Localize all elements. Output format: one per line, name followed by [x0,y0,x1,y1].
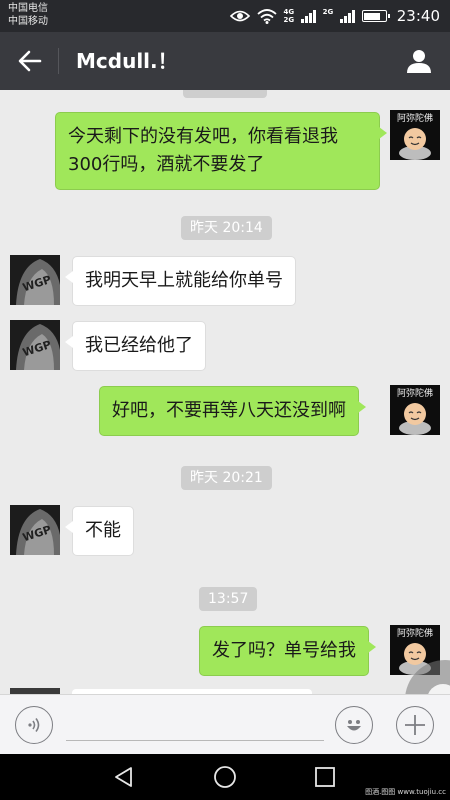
system-nav-bar: 图酒.图图 www.tuojiu.cc [0,754,450,800]
message-list[interactable]: 今天剩下的没有发吧，你看看退我300行吗，酒就不要发了 阿弥陀佛 昨天 20:1… [0,90,450,694]
contact-avatar-image: WGP [10,320,60,370]
battery-icon [361,10,390,22]
more-button[interactable] [396,706,434,744]
message-text: 发了吗？单号给我 [212,640,356,661]
message-text: 我明天早上就能给你单号 [85,270,283,291]
wifi-icon [256,8,277,24]
received-message[interactable]: 我明天早上就能给你单号 [65,256,296,306]
monk-avatar-image: 阿弥陀佛 [390,385,440,435]
carrier-1: 中国电信 [8,3,48,14]
message-input[interactable] [66,707,324,741]
chat-title: Mcdull.！ [76,49,178,73]
self-avatar[interactable]: 阿弥陀佛 [390,110,440,160]
status-bar: 中国电信 中国移动 4G 2G 2G 23:40 [0,0,450,32]
watermark: 图酒.图图 www.tuojiu.cc [365,788,446,796]
voice-icon [28,718,40,732]
battery-level [364,12,381,20]
back-button[interactable] [14,46,46,76]
signal-2-icon [340,9,355,23]
emoji-button[interactable] [335,706,373,744]
self-avatar[interactable]: 阿弥陀佛 [390,385,440,435]
status-time: 23:40 [396,7,440,25]
contact-avatar[interactable]: WGP [10,320,60,370]
triangle-back-icon [115,767,132,787]
received-message[interactable]: 不能 [65,506,134,556]
network-type-2: 2G [322,8,334,16]
message-text: 不能 [85,520,121,541]
nav-home-button[interactable] [212,764,238,790]
svg-text:阿弥陀佛: 阿弥陀佛 [397,112,433,124]
contact-avatar[interactable]: WGP [10,255,60,305]
contact-avatar-image: WGP [10,255,60,305]
floating-ball-dot [427,684,450,694]
time-divider: 昨天 20:21 [181,466,272,490]
input-bar [0,694,450,754]
nav-back-button[interactable] [111,764,137,790]
carrier-2: 中国移动 [8,16,48,27]
chat-header: Mcdull.！ [0,32,450,90]
monk-avatar-image: 阿弥陀佛 [390,110,440,160]
signal-1-icon [301,9,316,23]
sent-message[interactable]: 好吧，不要再等八天还没到啊 [99,386,366,436]
square-recent-icon [315,767,335,787]
arrow-left-icon [18,50,42,72]
message-text: 好吧，不要再等八天还没到啊 [112,400,346,421]
sent-message[interactable]: 发了吗？单号给我 [199,626,376,676]
time-divider: 13:57 [199,587,258,611]
carrier-labels: 中国电信 中国移动 [8,2,48,28]
svg-text:阿弥陀佛: 阿弥陀佛 [397,387,433,399]
eye-icon [229,10,250,22]
time-divider: 昨天 20:14 [181,216,272,240]
received-message[interactable]: 我已经给他了 [65,321,206,371]
nav-recent-button[interactable] [312,764,338,790]
chat-info-button[interactable] [404,45,434,77]
svg-text:阿弥陀佛: 阿弥陀佛 [397,627,433,639]
voice-button[interactable] [15,706,53,744]
time-divider-clipped [183,90,267,98]
status-indicators: 4G 2G 2G 23:40 [229,0,440,32]
plus-icon [405,715,425,735]
message-text: 我已经给他了 [85,335,193,356]
network-type-1: 4G 2G [283,8,295,24]
message-text: 今天剩下的没有发吧，你看看退我300行吗，酒就不要发了 [68,126,338,175]
smiley-icon [347,720,361,731]
contact-avatar-image: WGP [10,505,60,555]
header-divider [58,48,59,74]
contact-avatar[interactable]: WGP [10,505,60,555]
person-icon [407,50,431,73]
circle-home-icon [214,766,236,788]
sent-message[interactable]: 今天剩下的没有发吧，你看看退我300行吗，酒就不要发了 [55,112,387,190]
